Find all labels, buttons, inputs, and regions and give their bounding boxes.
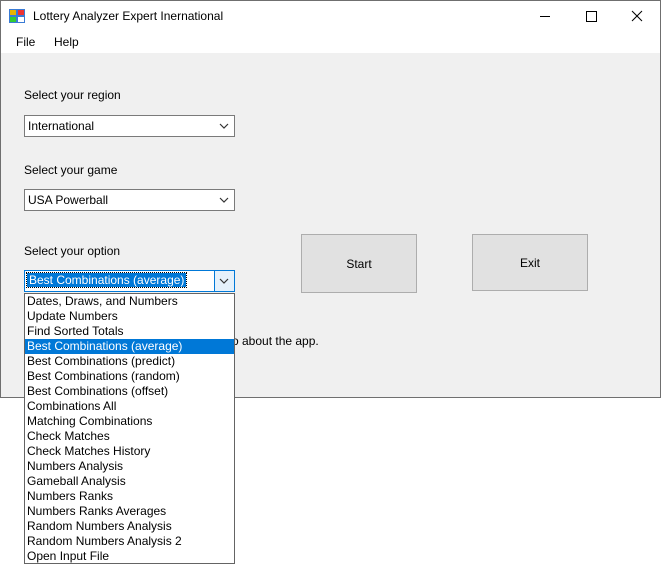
option-dropdown-list: Dates, Draws, and Numbers Update Numbers F… [24,293,235,564]
minimize-button[interactable] [522,1,568,31]
option-list-item[interactable]: Update Numbers [25,309,234,324]
option-list-item[interactable]: Find Sorted Totals [25,324,234,339]
info-text: o about the app. [232,334,319,348]
option-list-item[interactable]: Combinations All [25,399,234,414]
chevron-down-icon [219,197,229,203]
menu-help[interactable]: Help [54,35,79,49]
option-list-item[interactable]: Best Combinations (offset) [25,384,234,399]
option-list-item[interactable]: Check Matches History [25,444,234,459]
option-list-item[interactable]: Matching Combinations [25,414,234,429]
title-bar: Lottery Analyzer Expert Inernational [1,1,660,31]
game-select[interactable]: USA Powerball [24,189,235,211]
chevron-down-icon [219,278,229,284]
close-icon [631,10,643,22]
chevron-down-icon [219,123,229,129]
option-list-item[interactable]: Numbers Analysis [25,459,234,474]
option-list-item[interactable]: Open Input File [25,549,234,564]
option-list-item[interactable]: Dates, Draws, and Numbers [25,294,234,309]
menu-file[interactable]: File [16,35,35,49]
exit-button[interactable]: Exit [472,234,588,291]
option-value: Best Combinations (average) [25,272,188,288]
minimize-icon [540,16,550,17]
region-label: Select your region [24,88,121,102]
option-list-item[interactable]: Best Combinations (random) [25,369,234,384]
maximize-button[interactable] [568,1,614,31]
region-select[interactable]: International [24,115,235,137]
start-button[interactable]: Start [301,234,417,293]
option-list-item[interactable]: Random Numbers Analysis 2 [25,534,234,549]
option-list-item[interactable]: Numbers Ranks Averages [25,504,234,519]
option-dropdown-button[interactable] [214,271,234,291]
option-list-item[interactable]: Gameball Analysis [25,474,234,489]
window-title: Lottery Analyzer Expert Inernational [33,9,224,23]
game-label: Select your game [24,163,118,177]
menu-bar: File Help [1,31,660,53]
option-list-item[interactable]: Best Combinations (average) [25,339,234,354]
close-button[interactable] [614,1,660,31]
app-icon [9,9,25,23]
option-select[interactable]: Best Combinations (average) [24,270,235,292]
option-label: Select your option [24,244,121,258]
region-value: International [28,119,95,133]
option-list-item[interactable]: Best Combinations (predict) [25,354,234,369]
game-value: USA Powerball [28,193,109,207]
option-list-item[interactable]: Check Matches [25,429,234,444]
maximize-icon [586,11,597,22]
option-list-item[interactable]: Random Numbers Analysis [25,519,234,534]
option-list-item[interactable]: Numbers Ranks [25,489,234,504]
